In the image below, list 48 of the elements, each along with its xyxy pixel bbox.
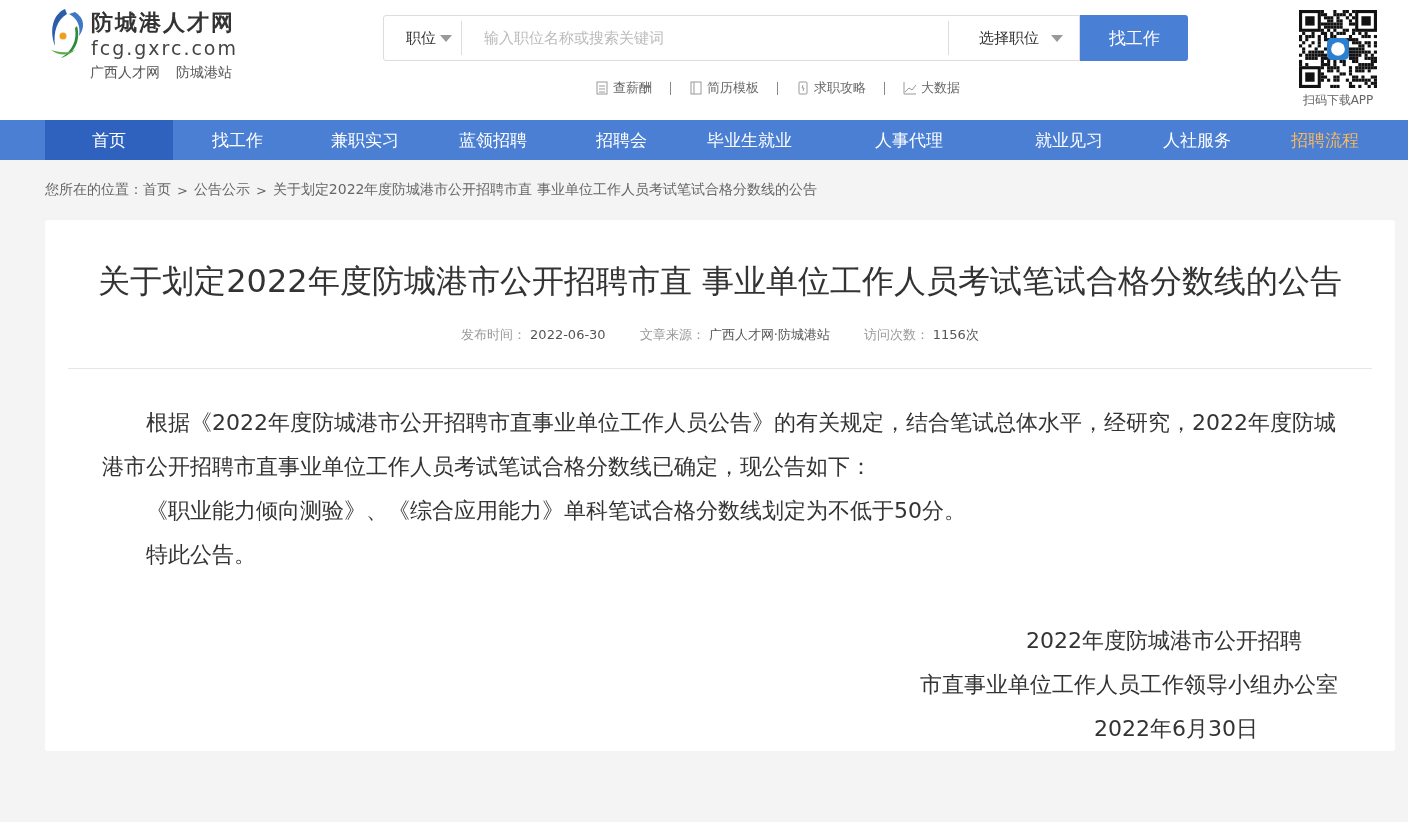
- article-paragraph: 特此公告。: [145, 541, 257, 569]
- search-bar[interactable]: 职位 输入职位名称或搜索关键词 选择职位: [383, 15, 1080, 61]
- nav-tab[interactable]: 找工作: [173, 120, 301, 160]
- site-link[interactable]: 广西人才网: [90, 64, 160, 82]
- breadcrumb-link[interactable]: 公告公示: [193, 181, 250, 199]
- nav-tab[interactable]: 蓝领招聘: [429, 120, 557, 160]
- quick-link[interactable]: 查薪酬: [595, 79, 652, 97]
- site-link[interactable]: 防城港站: [176, 64, 232, 82]
- meta-value: 1156次: [932, 327, 979, 342]
- meta-label: 发布时间：: [461, 327, 527, 342]
- nav-tab[interactable]: 毕业生就业: [685, 120, 813, 160]
- nav-tab[interactable]: 首页: [45, 120, 173, 160]
- meta-value: 广西人才网·防城港站: [708, 327, 830, 342]
- quick-link[interactable]: 求职攻略: [796, 79, 866, 97]
- breadcrumb-link[interactable]: 关于划定2022年度防城港市公开招聘市直 事业单位工作人员考试笔试合格分数线的公告: [272, 181, 817, 199]
- page-icon: [689, 81, 703, 95]
- nav-tab[interactable]: 人社服务: [1133, 120, 1261, 160]
- breadcrumb-label: 您所在的位置：: [45, 181, 143, 199]
- article-paragraph: 《职业能力倾向测验》、《综合应用能力》单科笔试合格分数线划定为不低于50分。: [145, 497, 967, 525]
- meta-label: 文章来源：: [639, 327, 705, 342]
- meta-label: 访问次数：: [863, 327, 929, 342]
- quick-link[interactable]: 大数据: [903, 79, 960, 97]
- quick-link[interactable]: 简历模板: [689, 79, 759, 97]
- nav-tab[interactable]: 兼职实习: [301, 120, 429, 160]
- nav-tab[interactable]: 人事代理: [813, 120, 1005, 160]
- article-paragraph: 根据《2022年度防城港市公开招聘市直事业单位工作人员公告》的有关规定，结合笔试总体水平，经研究，2022年度防城港市公开招聘市直事业单位工作人员考试笔试合格分数线已确定，现公告如下：: [102, 409, 1337, 481]
- logo-name: 防城港人才网: [91, 9, 236, 37]
- article-title: 关于划定2022年度防城港市公开招聘市直 事业单位工作人员考试笔试合格分数线的公告: [97, 261, 1343, 302]
- nav-tab[interactable]: 招聘会: [557, 120, 685, 160]
- signature-line: 2022年度防城港市公开招聘: [1026, 627, 1302, 655]
- breadcrumb-link[interactable]: 首页: [143, 181, 171, 199]
- caret-icon: [440, 34, 452, 42]
- phone-icon: [796, 81, 810, 95]
- search-button[interactable]: 找工作: [1080, 15, 1188, 61]
- line-chart-icon: [903, 81, 917, 95]
- breadcrumb-separator: >: [255, 182, 267, 198]
- position-dropdown[interactable]: 选择职位: [948, 21, 1079, 55]
- category-dropdown[interactable]: 职位: [384, 21, 462, 55]
- breadcrumb-separator: >: [177, 182, 188, 198]
- logo-domain: fcg.gxrc.com: [91, 37, 238, 59]
- document-icon: [595, 81, 609, 95]
- search-field[interactable]: 输入职位名称或搜索关键词: [462, 22, 948, 54]
- signature-line: 市直事业单位工作人员工作领导小组办公室: [920, 671, 1338, 699]
- nav-tab[interactable]: 就业见习: [1005, 120, 1133, 160]
- qr-caption: 扫码下载APP: [1302, 92, 1374, 109]
- meta-value: 2022-06-30: [530, 327, 606, 342]
- caret-icon: [1051, 34, 1063, 42]
- signature-line: 2022年6月30日: [1094, 715, 1258, 743]
